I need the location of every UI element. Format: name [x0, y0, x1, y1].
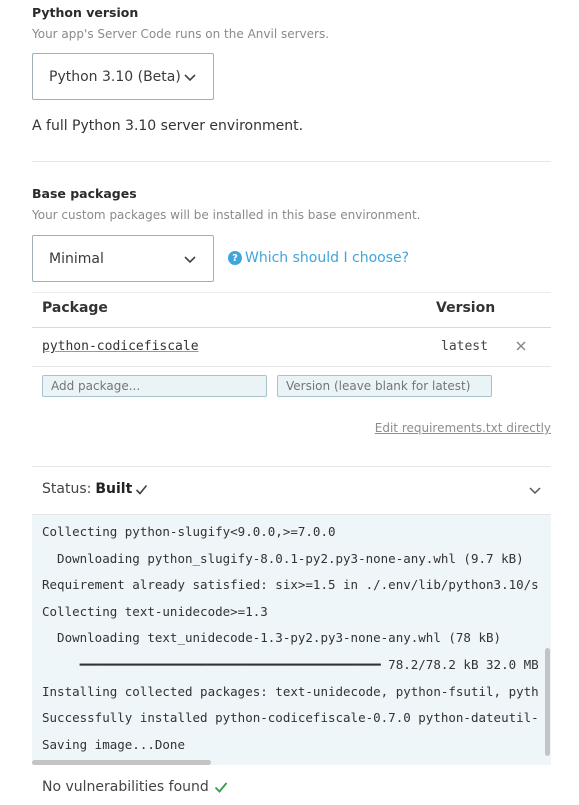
table-header-border [32, 327, 551, 328]
build-log[interactable]: Collecting python-slugify<9.0.0,>=7.0.0 … [32, 515, 551, 765]
chevron-down-icon [184, 255, 196, 263]
chevron-down-icon[interactable] [528, 483, 542, 497]
log-line: Downloading text_unidecode-1.3-py2.py3-n… [42, 630, 502, 645]
python-version-description: A full Python 3.10 server environment. [32, 118, 304, 134]
edit-requirements-link[interactable]: Edit requirements.txt directly [375, 421, 551, 435]
base-packages-title: Base packages [32, 186, 137, 201]
remove-package-icon[interactable] [514, 339, 528, 353]
vulnerabilities-status: No vulnerabilities found [42, 779, 228, 795]
table-row-border [32, 366, 551, 367]
question-icon: ? [228, 251, 242, 265]
log-line: Downloading python_slugify-8.0.1-py2.py3… [42, 551, 524, 566]
horizontal-scrollbar[interactable] [32, 760, 211, 765]
which-should-i-choose-link[interactable]: ? Which should I choose? [228, 250, 409, 266]
log-line: Collecting python-slugify<9.0.0,>=7.0.0 [42, 524, 336, 539]
log-line: Installing collected packages: text-unid… [42, 684, 539, 699]
base-packages-subtitle: Your custom packages will be installed i… [32, 208, 421, 222]
python-version-select-value: Python 3.10 (Beta) [49, 68, 181, 85]
package-version-input[interactable] [277, 375, 492, 397]
column-header-package: Package [42, 300, 108, 316]
log-line: Saving image...Done [42, 737, 185, 752]
chevron-down-icon [184, 73, 196, 81]
status-label: Status: [42, 481, 92, 497]
base-packages-select[interactable]: Minimal [32, 235, 214, 282]
log-line: Requirement already satisfied: six>=1.5 … [42, 577, 539, 592]
package-version: latest [441, 339, 488, 354]
python-version-title: Python version [32, 5, 139, 20]
log-line: ━━━━━━━━━━━━━━━━━━━━━━━━━━━━━━━━━━━━━━━━… [42, 657, 539, 672]
python-version-select[interactable]: Python 3.10 (Beta) [32, 53, 214, 100]
divider [32, 161, 551, 162]
log-line: Collecting text-unidecode>=1.3 [42, 604, 268, 619]
check-icon [214, 782, 227, 793]
base-packages-select-value: Minimal [49, 250, 104, 267]
status-top-border [32, 466, 551, 467]
add-package-input[interactable] [42, 375, 267, 397]
table-top-border [32, 292, 551, 293]
check-icon [136, 484, 148, 495]
vulnerabilities-label: No vulnerabilities found [42, 779, 209, 795]
status-value: Built [95, 481, 133, 497]
help-link-label: Which should I choose? [245, 250, 410, 266]
package-name[interactable]: python-codicefiscale [42, 339, 199, 354]
log-line: Successfully installed python-codicefisc… [42, 710, 539, 725]
python-version-subtitle: Your app's Server Code runs on the Anvil… [32, 27, 330, 41]
column-header-version: Version [436, 300, 496, 316]
vertical-scrollbar[interactable] [545, 648, 550, 756]
status-header[interactable]: Status: Built [42, 481, 148, 497]
